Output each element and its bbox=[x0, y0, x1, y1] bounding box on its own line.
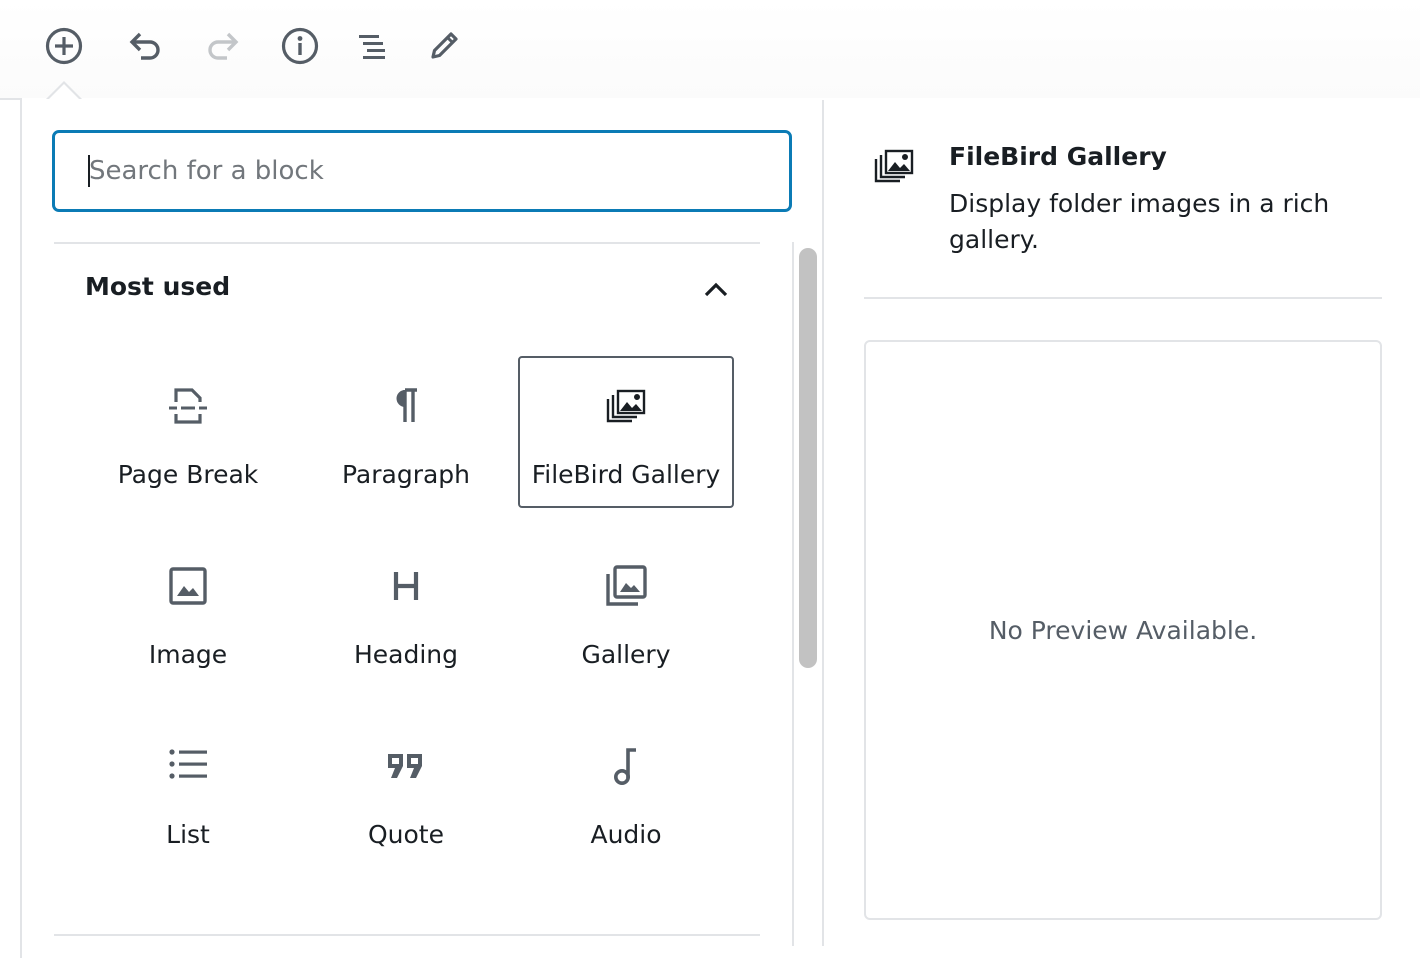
panel-divider bbox=[54, 242, 760, 244]
preview-separator bbox=[822, 100, 824, 946]
preview-empty-message: No Preview Available. bbox=[988, 616, 1258, 645]
popover-arrow-fill bbox=[48, 84, 80, 100]
redo-button[interactable] bbox=[200, 22, 248, 70]
block-list[interactable]: List bbox=[80, 716, 296, 868]
block-label: Audio bbox=[590, 820, 662, 849]
undo-icon bbox=[129, 32, 160, 60]
image-icon bbox=[169, 567, 207, 605]
info-button[interactable] bbox=[276, 22, 324, 70]
block-label: Image bbox=[148, 640, 228, 669]
block-image[interactable]: Image bbox=[80, 536, 296, 688]
gallery-icon bbox=[606, 565, 647, 606]
block-label: Paragraph bbox=[341, 460, 471, 489]
chevron-up-icon bbox=[704, 282, 728, 297]
text-cursor bbox=[88, 155, 90, 187]
tools-button[interactable] bbox=[420, 22, 468, 70]
preview-block-description: Display folder images in a rich gallery. bbox=[949, 189, 1330, 254]
panel-divider-bottom bbox=[54, 934, 760, 936]
block-paragraph[interactable]: Paragraph bbox=[298, 356, 514, 508]
list-icon bbox=[169, 749, 207, 779]
filebird-gallery-icon bbox=[874, 149, 914, 183]
plus-circle-icon bbox=[45, 27, 83, 65]
scrollbar-thumb[interactable] bbox=[799, 248, 817, 668]
block-label: Quote bbox=[367, 820, 444, 849]
block-audio[interactable]: Audio bbox=[518, 716, 734, 868]
redo-icon bbox=[208, 32, 239, 60]
block-label: Gallery bbox=[581, 640, 671, 669]
block-filebird-gallery[interactable]: FileBird Gallery bbox=[518, 356, 734, 508]
editor-toolbar bbox=[0, 0, 1420, 100]
list-view-icon bbox=[359, 35, 385, 59]
preview-block-title: FileBird Gallery bbox=[949, 142, 1167, 171]
block-quote[interactable]: Quote bbox=[298, 716, 514, 868]
audio-icon bbox=[614, 748, 636, 785]
undo-button[interactable] bbox=[120, 22, 168, 70]
block-label: FileBird Gallery bbox=[531, 460, 721, 489]
heading-icon bbox=[393, 572, 419, 600]
quote-icon bbox=[388, 754, 422, 778]
block-gallery[interactable]: Gallery bbox=[518, 536, 734, 688]
block-label: List bbox=[166, 820, 210, 849]
block-page-break[interactable]: Page Break bbox=[80, 356, 296, 508]
filebird-gallery-icon bbox=[606, 389, 646, 423]
block-heading[interactable]: Heading bbox=[298, 536, 514, 688]
panel-title: Most used bbox=[85, 272, 231, 301]
search-block-input[interactable] bbox=[52, 130, 792, 212]
block-label: Page Break bbox=[117, 460, 259, 489]
pencil-icon bbox=[431, 32, 458, 59]
paragraph-icon bbox=[396, 388, 417, 422]
collapse-panel-button[interactable] bbox=[692, 266, 740, 314]
block-preview-box: No Preview Available. bbox=[864, 340, 1382, 920]
preview-divider bbox=[864, 297, 1382, 299]
add-block-button[interactable] bbox=[40, 22, 88, 70]
info-icon bbox=[281, 27, 319, 65]
outline-button[interactable] bbox=[348, 22, 396, 70]
block-label: Heading bbox=[353, 640, 459, 669]
page-break-icon bbox=[169, 388, 207, 424]
